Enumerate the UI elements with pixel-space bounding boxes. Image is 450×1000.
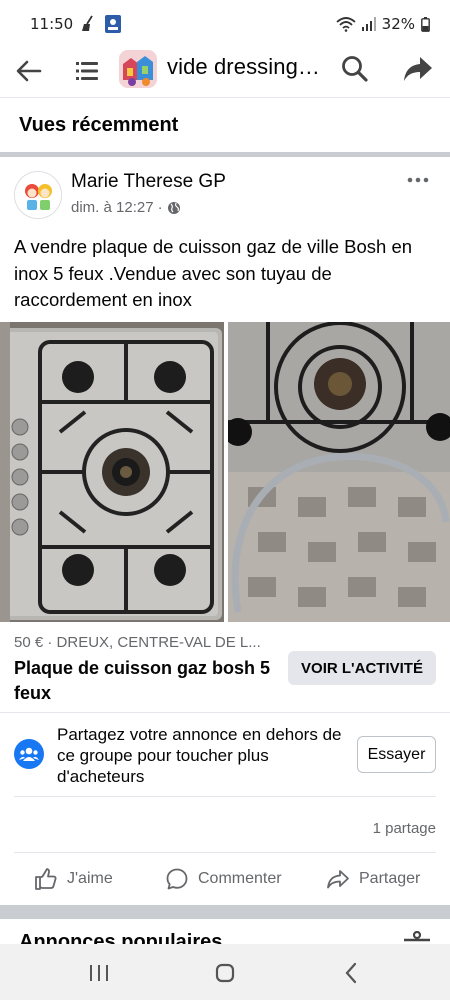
wifi-icon bbox=[336, 16, 356, 32]
back-arrow-icon[interactable] bbox=[14, 54, 44, 88]
broom-icon bbox=[81, 15, 97, 33]
post-meta: dim. à 12:27 · bbox=[71, 199, 181, 216]
view-activity-button[interactable]: VOIR L'ACTIVITÉ bbox=[288, 651, 436, 685]
try-button[interactable]: Essayer bbox=[357, 736, 436, 773]
post-text: A vendre plaque de cuisson gaz de ville … bbox=[14, 236, 413, 310]
like-label: J'aime bbox=[67, 870, 113, 887]
promo-text: Partagez votre annonce en dehors de ce g… bbox=[57, 725, 342, 786]
comment-button[interactable]: Commenter bbox=[165, 864, 282, 894]
recent-apps-icon[interactable] bbox=[89, 964, 109, 987]
share-button[interactable]: Partager bbox=[326, 864, 420, 894]
group-title[interactable]: vide dressing… bbox=[167, 54, 320, 80]
comment-icon bbox=[165, 867, 189, 891]
status-bar: 11:50 32% bbox=[0, 0, 450, 48]
group-members-icon bbox=[14, 739, 44, 769]
recently-viewed-heading: Vues récemment bbox=[19, 114, 179, 136]
id-card-icon bbox=[105, 15, 122, 33]
filter-icon[interactable] bbox=[402, 930, 432, 945]
author-name[interactable]: Marie Therese GP bbox=[71, 171, 226, 193]
meta-separator: · bbox=[157, 199, 163, 216]
comment-label: Commenter bbox=[198, 870, 282, 887]
signal-icon bbox=[361, 17, 376, 31]
section-divider bbox=[0, 152, 450, 157]
post-timestamp[interactable]: dim. à 12:27 bbox=[71, 199, 154, 216]
listing-photo-1[interactable] bbox=[0, 322, 224, 622]
battery-level: 32% bbox=[381, 15, 415, 33]
app-header: vide dressing… bbox=[0, 48, 450, 96]
like-button[interactable]: J'aime bbox=[34, 864, 113, 894]
section-divider bbox=[0, 905, 450, 919]
back-icon[interactable] bbox=[344, 962, 358, 989]
menu-icon[interactable] bbox=[76, 56, 100, 86]
share-arrow-icon[interactable] bbox=[402, 54, 434, 84]
actions-divider bbox=[14, 852, 436, 853]
author-avatar[interactable] bbox=[14, 171, 62, 219]
battery-icon bbox=[421, 16, 430, 32]
listing-photo-2[interactable] bbox=[228, 322, 450, 622]
share-icon bbox=[326, 867, 350, 891]
home-icon[interactable] bbox=[215, 963, 235, 988]
share-count[interactable]: 1 partage bbox=[373, 820, 436, 837]
globe-icon bbox=[167, 201, 181, 215]
header-divider bbox=[0, 97, 450, 98]
status-time: 11:50 bbox=[30, 15, 74, 33]
group-avatar[interactable] bbox=[119, 50, 157, 88]
system-nav-bar bbox=[0, 944, 450, 1000]
promo-divider-top bbox=[0, 712, 450, 713]
like-icon bbox=[34, 867, 58, 891]
share-label: Partager bbox=[359, 870, 421, 887]
search-icon[interactable] bbox=[340, 54, 370, 84]
listing-price-location: 50 € · DREUX, CENTRE-VAL DE L... bbox=[14, 634, 261, 651]
listing-title[interactable]: Plaque de cuisson gaz bosh 5 feux bbox=[14, 656, 282, 706]
more-options-icon[interactable] bbox=[406, 172, 430, 188]
promo-divider-bottom bbox=[14, 796, 436, 797]
